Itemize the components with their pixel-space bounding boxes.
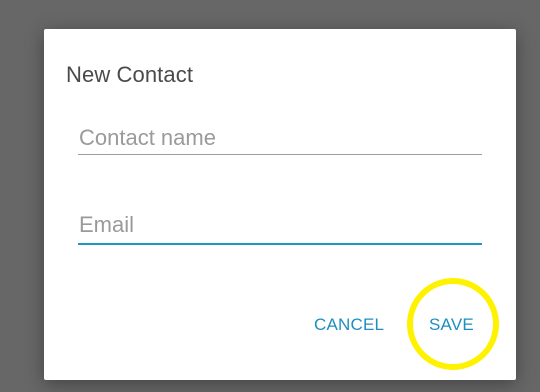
dialog-title: New Contact <box>66 62 194 87</box>
contact-name-input[interactable] <box>78 121 482 155</box>
email-input[interactable] <box>78 205 482 245</box>
contact-name-field <box>78 121 482 155</box>
email-underline-focused <box>78 243 482 245</box>
save-button[interactable]: SAVE <box>429 315 474 335</box>
email-field <box>78 205 482 245</box>
new-contact-dialog: New Contact CANCEL SAVE <box>44 29 516 380</box>
cancel-button[interactable]: CANCEL <box>314 315 384 335</box>
contact-name-underline <box>78 154 482 155</box>
